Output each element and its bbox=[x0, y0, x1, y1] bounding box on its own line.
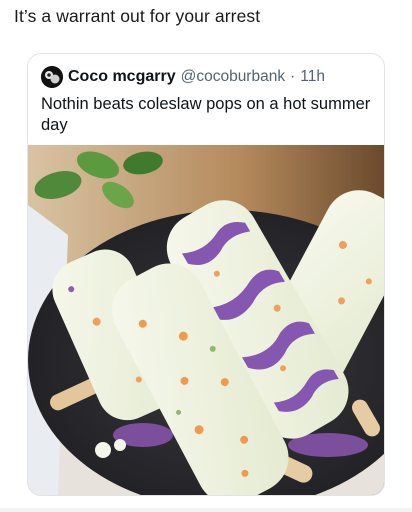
avatar[interactable] bbox=[41, 66, 63, 88]
tweet-time[interactable]: 11h bbox=[300, 68, 325, 86]
tweet-media-photo[interactable] bbox=[28, 145, 384, 495]
avatar-icon bbox=[41, 66, 63, 88]
separator-dot: · bbox=[290, 68, 296, 85]
user-handle[interactable]: @cocoburbank bbox=[181, 68, 286, 86]
tweet-text: Nothin beats coleslaw pops on a hot summ… bbox=[41, 95, 371, 134]
quoted-tweet-card[interactable]: Coco mcgarry @cocoburbank · 11h Nothin b… bbox=[27, 53, 385, 496]
bottom-divider bbox=[0, 508, 412, 512]
coleslaw-popsicles-image bbox=[28, 145, 384, 495]
display-name[interactable]: Coco mcgarry bbox=[68, 68, 176, 86]
post-caption: It’s a warrant out for your arrest bbox=[14, 6, 261, 26]
tweet-header: Coco mcgarry @cocoburbank · 11h bbox=[41, 66, 325, 88]
